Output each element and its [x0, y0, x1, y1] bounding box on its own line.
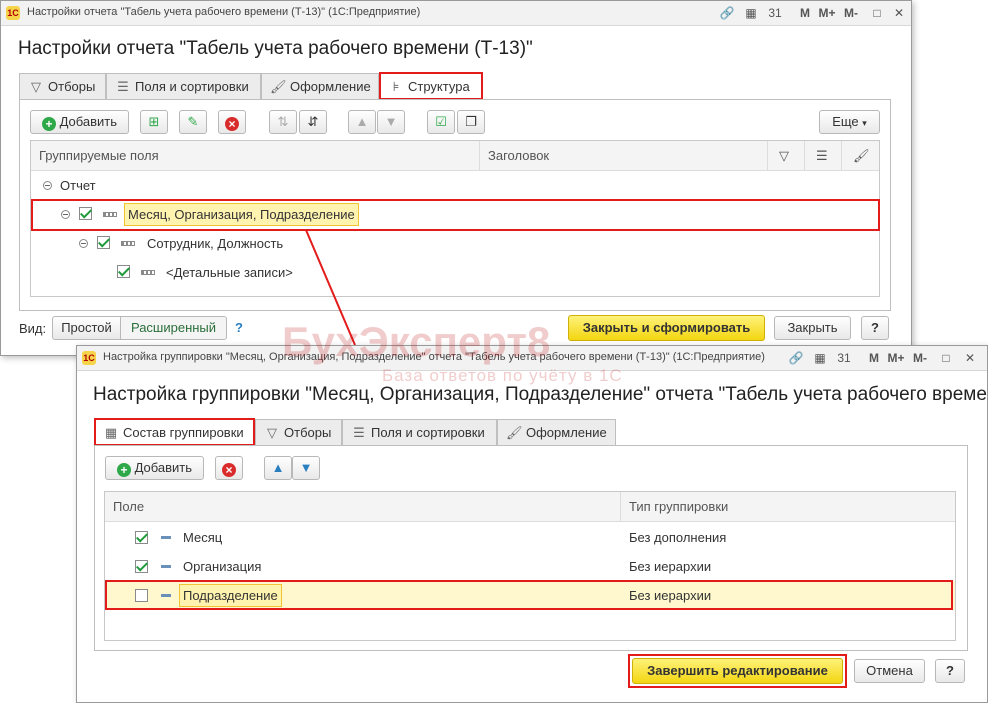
- memory-mplus-button[interactable]: M+: [885, 349, 907, 367]
- move-down-button[interactable]: ▼: [292, 456, 320, 480]
- cancel-button[interactable]: Отмена: [854, 659, 925, 683]
- brush-icon: 🖌: [506, 425, 523, 440]
- checkbox[interactable]: [135, 560, 148, 573]
- grid-header: Поле Тип группировки: [105, 492, 955, 522]
- watermark-brand: БухЭксперт8: [282, 318, 551, 365]
- memory-mminus-button[interactable]: M-: [909, 349, 931, 367]
- memory-m-button[interactable]: M: [865, 349, 883, 367]
- grouping-type: Без дополнения: [629, 530, 727, 545]
- field-icon: [161, 536, 171, 539]
- checkbox[interactable]: [135, 531, 148, 544]
- field-name: Месяц: [183, 530, 223, 545]
- column-field[interactable]: Поле: [105, 492, 621, 521]
- tab-filters[interactable]: ▽ Отборы: [255, 419, 342, 445]
- delete-button[interactable]: ×: [215, 456, 243, 480]
- field-row-month[interactable]: Месяц Без дополнения: [105, 523, 955, 552]
- calendar-icon[interactable]: 31: [835, 349, 853, 367]
- tab-appearance[interactable]: 🖌 Оформление: [497, 419, 616, 445]
- field-row-organization[interactable]: Организация Без иерархии: [105, 552, 955, 581]
- grouping-type: Без иерархии: [629, 559, 712, 574]
- link-icon[interactable]: 🔗: [787, 349, 805, 367]
- plus-icon: +: [116, 463, 131, 477]
- column-grouping-type[interactable]: Тип группировки: [621, 492, 955, 521]
- highlight-finish-button: [628, 654, 847, 688]
- help-button[interactable]: ?: [935, 659, 965, 683]
- arrow-up-icon: ▲: [271, 460, 285, 475]
- window-title: Настройка группировки "Месяц, Организаци…: [93, 384, 988, 405]
- tab-fields-sorting[interactable]: ☰ Поля и сортировки: [342, 419, 497, 445]
- delete-icon: ×: [222, 463, 236, 477]
- fields-icon: ☰: [353, 425, 365, 440]
- grouping-fields-grid: Поле Тип группировки Месяц Без дополнени…: [104, 491, 956, 641]
- highlight-department-row: [105, 580, 953, 610]
- field-name: Организация: [183, 559, 262, 574]
- highlight-composition-tab: [94, 418, 255, 446]
- add-button[interactable]: + Добавить: [105, 456, 204, 480]
- close-icon[interactable]: ✕: [961, 349, 979, 367]
- calculator-icon[interactable]: ▦: [811, 349, 829, 367]
- grouping-settings-window: 1С Настройка группировки "Месяц, Организ…: [76, 318, 988, 703]
- maximize-icon[interactable]: □: [937, 349, 955, 367]
- watermark-tagline: База ответов по учёту в 1С: [382, 366, 623, 385]
- filter-icon: ▽: [267, 425, 277, 440]
- 1c-logo-icon: 1С: [82, 351, 96, 365]
- arrow-down-icon: ▼: [299, 460, 313, 475]
- move-up-button[interactable]: ▲: [264, 456, 292, 480]
- field-icon: [161, 565, 171, 568]
- watermark: БухЭксперт8 База ответов по учёту в 1С: [282, 318, 623, 386]
